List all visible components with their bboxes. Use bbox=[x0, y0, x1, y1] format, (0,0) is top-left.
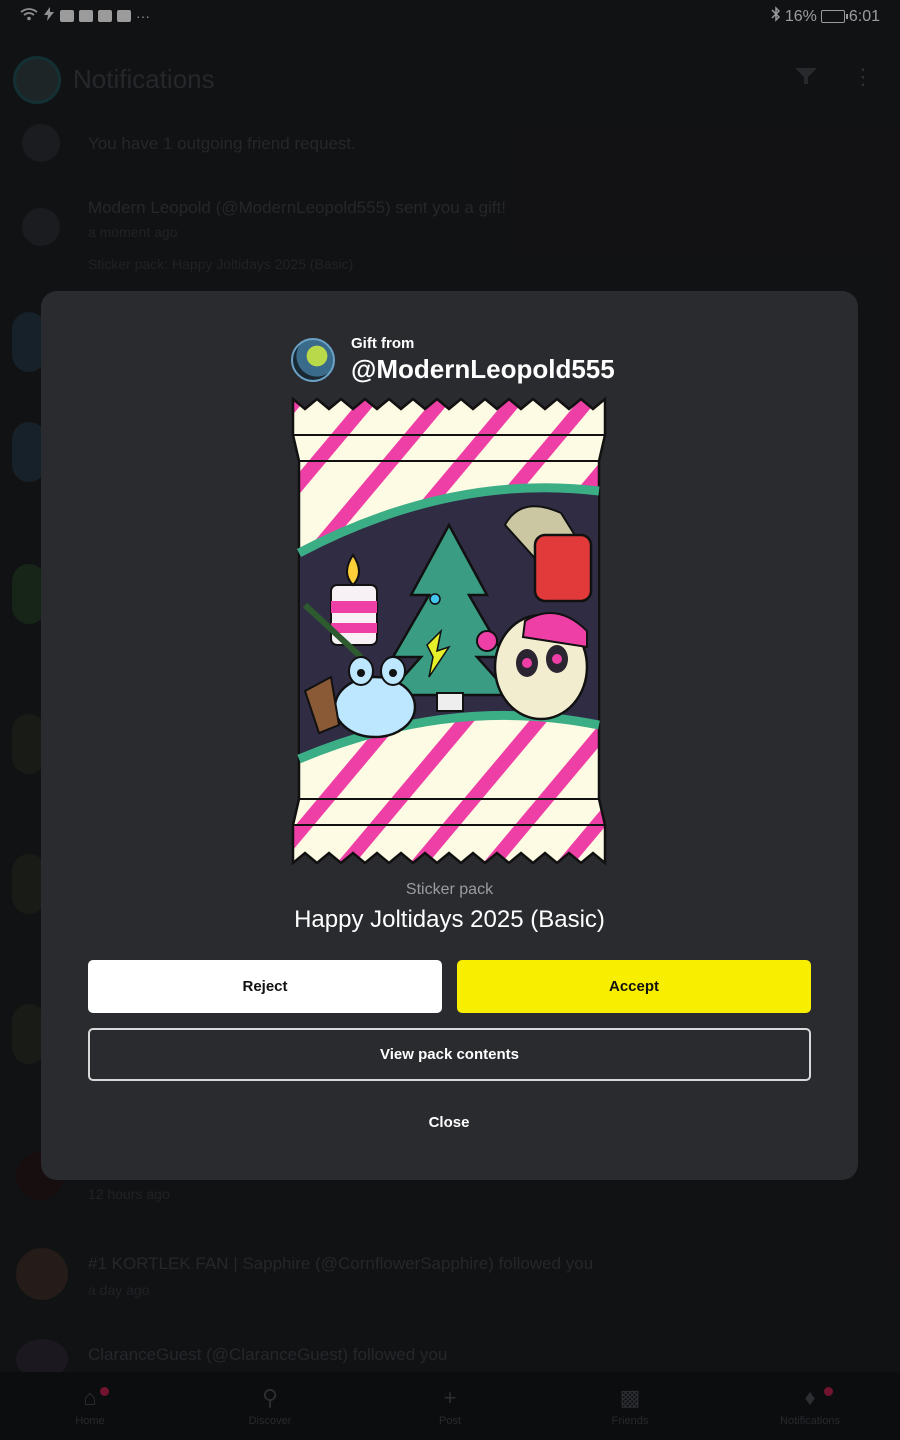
accept-button[interactable]: Accept bbox=[457, 960, 811, 1013]
reject-button[interactable]: Reject bbox=[88, 960, 442, 1013]
sender-username: @ModernLeopold555 bbox=[351, 354, 615, 384]
sticker-pack-image bbox=[291, 395, 607, 867]
close-button[interactable]: Close bbox=[399, 1104, 499, 1140]
gift-from-label: Gift from bbox=[351, 335, 415, 352]
pack-type-label: Sticker pack bbox=[405, 881, 494, 898]
view-pack-contents-button[interactable]: View pack contents bbox=[88, 1028, 811, 1081]
gift-header: Gift from @ModernLeopold555 bbox=[291, 335, 615, 385]
gift-modal: Gift from @ModernLeopold555 Sticker pack… bbox=[41, 291, 858, 1180]
pack-name: Happy Joltidays 2025 (Basic) bbox=[294, 906, 605, 933]
sender-avatar bbox=[291, 338, 335, 382]
